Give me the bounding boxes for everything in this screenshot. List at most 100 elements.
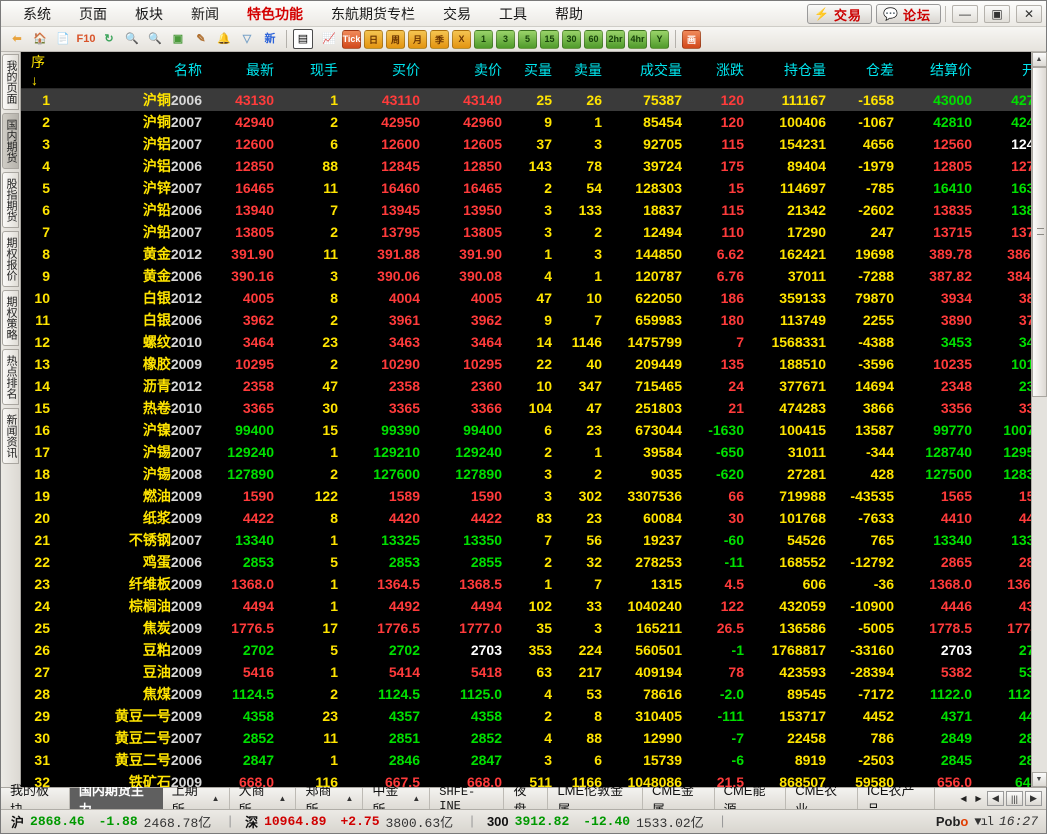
table-row[interactable]: 17沪锡200712924011292101292402139584-65031…: [21, 441, 1031, 463]
x-period-button[interactable]: X: [452, 30, 471, 49]
table-row[interactable]: 23纤维板20091368.011364.51368.51713154.5606…: [21, 573, 1031, 595]
contract-name[interactable]: 沪锡2007: [57, 441, 209, 463]
contract-name[interactable]: 热卷2010: [57, 397, 209, 419]
menu-item-0[interactable]: 系统: [9, 2, 65, 26]
table-row[interactable]: 21不锈钢2007133401133251335075619237-605452…: [21, 529, 1031, 551]
tab-menu-icon[interactable]: |||: [1006, 791, 1023, 806]
forum-button[interactable]: 💬 论坛: [876, 4, 941, 24]
close-icon[interactable]: ✕: [1016, 5, 1042, 23]
bottom-tab-12[interactable]: ICE农产品: [858, 788, 935, 809]
min60-button[interactable]: 60: [584, 30, 603, 49]
zoom-in-icon[interactable]: 🔍: [122, 29, 142, 49]
table-row[interactable]: 18沪锡20081278902127600127890329035-620272…: [21, 463, 1031, 485]
table-row[interactable]: 27豆油200954161541454186321740919478423593…: [21, 661, 1031, 683]
bottom-tab-5[interactable]: 中金所▲: [363, 788, 430, 809]
table-row[interactable]: 32铁矿石2009668.0116667.5668.05111166104808…: [21, 771, 1031, 788]
block-icon[interactable]: ▣: [168, 29, 188, 49]
caret-up-icon[interactable]: ▲: [412, 794, 420, 803]
vertical-scrollbar[interactable]: ▲ ▼: [1031, 52, 1046, 787]
bottom-tab-9[interactable]: CME金属: [643, 788, 715, 809]
bottom-tab-7[interactable]: 夜盘: [504, 788, 548, 809]
contract-name[interactable]: 沪锡2008: [57, 463, 209, 485]
table-row[interactable]: 15热卷201033653033653366104472518032147428…: [21, 397, 1031, 419]
table-row[interactable]: 8黄金2012391.9011391.88391.90131448506.621…: [21, 243, 1031, 265]
minimize-icon[interactable]: —: [952, 5, 978, 23]
bottom-tab-3[interactable]: 大商所▲: [230, 788, 297, 809]
caret-up-icon[interactable]: ▲: [345, 794, 353, 803]
bottom-tab-2[interactable]: 上期所▲: [163, 788, 230, 809]
contract-name[interactable]: 豆油2009: [57, 661, 209, 683]
column-header-9[interactable]: 涨跌: [689, 52, 751, 89]
bottom-tab-4[interactable]: 郑商所▲: [296, 788, 363, 809]
contract-name[interactable]: 焦炭2009: [57, 617, 209, 639]
table-row[interactable]: 26豆粕20092702527022703353224560501-117688…: [21, 639, 1031, 661]
new-icon[interactable]: 新: [260, 29, 280, 49]
table-row[interactable]: 9黄金2006390.163390.06390.08411207876.7637…: [21, 265, 1031, 287]
trade-button[interactable]: ⚡ 交易: [807, 4, 872, 24]
maximize-icon[interactable]: ▣: [984, 5, 1010, 23]
min15-button[interactable]: 15: [540, 30, 559, 49]
table-row[interactable]: 19燃油200915901221589159033023307536667199…: [21, 485, 1031, 507]
table-row[interactable]: 1沪铜2006431301431104314025267538712011116…: [21, 89, 1031, 111]
quarter-button[interactable]: 季: [430, 30, 449, 49]
table-row[interactable]: 14沥青201223584723582360103477154652437767…: [21, 375, 1031, 397]
tab-scroll-right-icon[interactable]: ▶: [1025, 791, 1042, 806]
table-row[interactable]: 6沪铅2006139407139451395031331883711521342…: [21, 199, 1031, 221]
contract-name[interactable]: 鸡蛋2006: [57, 551, 209, 573]
bottom-tab-1[interactable]: 国内期货主力: [70, 788, 163, 809]
filter-icon[interactable]: ▽: [237, 29, 257, 49]
back-arrow-icon[interactable]: ⬅: [7, 29, 27, 49]
contract-name[interactable]: 沥青2012: [57, 375, 209, 397]
contract-name[interactable]: 黄豆二号2007: [57, 727, 209, 749]
bottom-tab-0[interactable]: 我的板块: [1, 788, 70, 809]
contract-name[interactable]: 沪镍2007: [57, 419, 209, 441]
refresh-icon[interactable]: ↻: [99, 29, 119, 49]
hour4-button[interactable]: 4hr: [628, 30, 647, 49]
menu-item-2[interactable]: 板块: [121, 2, 177, 26]
contract-name[interactable]: 黄豆二号2006: [57, 749, 209, 771]
alert-icon[interactable]: 🔔: [214, 29, 234, 49]
column-header-12[interactable]: 结算价: [901, 52, 979, 89]
contract-name[interactable]: 白银2012: [57, 287, 209, 309]
table-row[interactable]: 10白银201240058400440054710622050186359133…: [21, 287, 1031, 309]
contract-name[interactable]: 铁矿石2009: [57, 771, 209, 788]
contract-name[interactable]: 黄豆一号2009: [57, 705, 209, 727]
column-header-10[interactable]: 持仓量: [751, 52, 833, 89]
column-header-2[interactable]: 最新: [209, 52, 281, 89]
table-row[interactable]: 13橡胶200910295210290102952240209449135188…: [21, 353, 1031, 375]
table-row[interactable]: 3沪铝2007126006126001260537392705115154231…: [21, 133, 1031, 155]
draw-button[interactable]: 画: [682, 30, 701, 49]
column-header-1[interactable]: 名称: [57, 52, 209, 89]
table-row[interactable]: 4沪铝2006128508812845128501437839724175894…: [21, 155, 1031, 177]
column-header-7[interactable]: 卖量: [559, 52, 609, 89]
contract-name[interactable]: 黄金2012: [57, 243, 209, 265]
min5-button[interactable]: 5: [518, 30, 537, 49]
scrollbar-thumb[interactable]: [1032, 67, 1047, 397]
contract-name[interactable]: 豆粕2009: [57, 639, 209, 661]
min1-button[interactable]: 1: [474, 30, 493, 49]
table-row[interactable]: 2沪铜200742940242950429609185454120100406-…: [21, 111, 1031, 133]
zoom-out-icon[interactable]: 🔍: [145, 29, 165, 49]
hour2-button[interactable]: 2hr: [606, 30, 625, 49]
scroll-up-icon[interactable]: ▲: [1032, 52, 1047, 67]
home-icon[interactable]: 🏠: [30, 29, 50, 49]
table-row[interactable]: 31黄豆二号200628471284628473615739-68919-250…: [21, 749, 1031, 771]
page-icon[interactable]: 📄: [53, 29, 73, 49]
tab-next-icon[interactable]: ▶: [972, 791, 985, 806]
contract-name[interactable]: 白银2006: [57, 309, 209, 331]
bottom-tab-10[interactable]: CME能源: [715, 788, 787, 809]
table-row[interactable]: 24棕榈油20094494144924494102331040240122432…: [21, 595, 1031, 617]
day-button[interactable]: 日: [364, 30, 383, 49]
grid-table-icon[interactable]: ▤: [293, 29, 313, 49]
menu-item-7[interactable]: 工具: [485, 2, 541, 26]
contract-name[interactable]: 螺纹2010: [57, 331, 209, 353]
column-header-6[interactable]: 买量: [509, 52, 559, 89]
column-header-13[interactable]: 开盘: [979, 52, 1031, 89]
rail-tab-5[interactable]: 热点排名: [2, 349, 19, 405]
contract-name[interactable]: 橡胶2009: [57, 353, 209, 375]
contract-name[interactable]: 黄金2006: [57, 265, 209, 287]
table-row[interactable]: 25焦炭20091776.5171776.51777.035316521126.…: [21, 617, 1031, 639]
kline-icon[interactable]: 📈: [319, 29, 339, 49]
caret-up-icon[interactable]: ▲: [279, 794, 287, 803]
table-row[interactable]: 7沪铅2007138052137951380532124941101729024…: [21, 221, 1031, 243]
